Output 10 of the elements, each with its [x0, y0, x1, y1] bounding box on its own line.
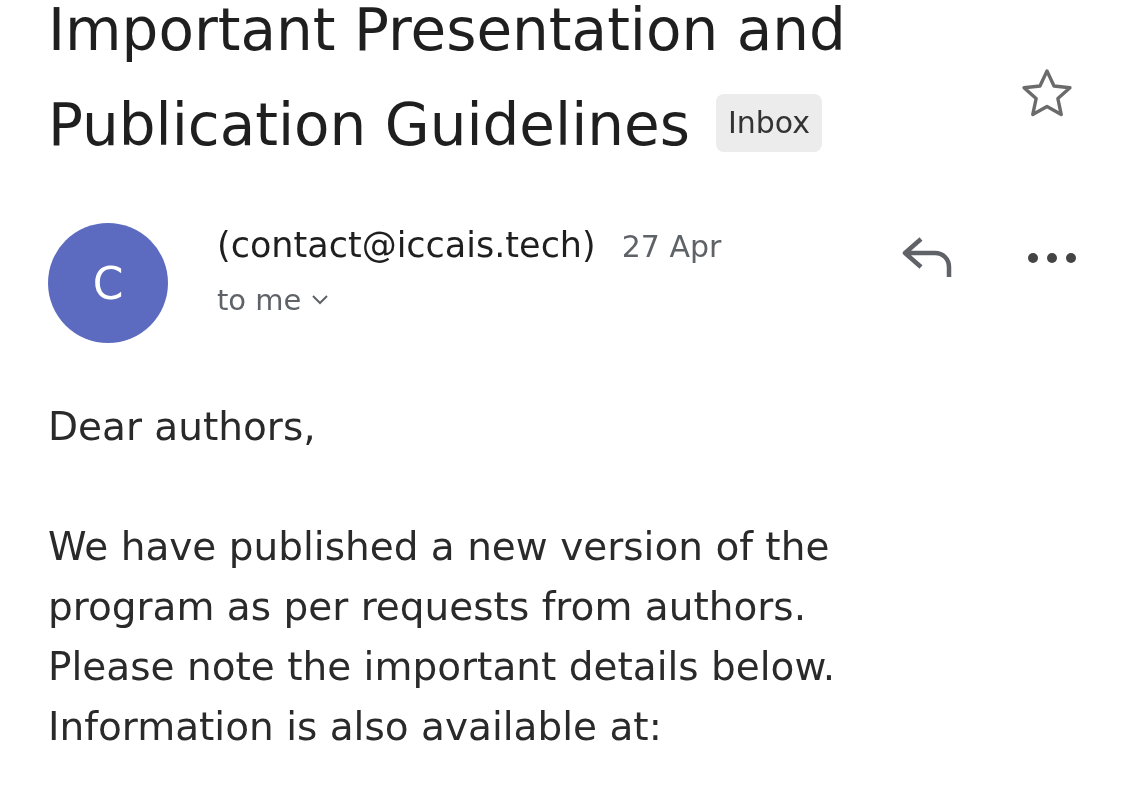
more-options-button[interactable]	[1027, 252, 1077, 264]
chevron-down-icon	[311, 294, 330, 306]
subject-title: Important Presentation and Publication Guidelines Inbox	[48, 0, 846, 161]
greeting-text: Dear authors,	[48, 403, 317, 451]
message-date: 27 Apr	[621, 229, 722, 264]
recipient-toggle[interactable]: to me	[217, 283, 330, 317]
message-paragraph: We have published a new version of the program as per requests from authors. Please note the important details below. Information is also available at:	[48, 523, 837, 751]
inbox-label[interactable]: Inbox	[715, 93, 823, 152]
sender-address: (contact@iccais.tech)	[217, 225, 596, 265]
sender-avatar: C	[48, 223, 168, 343]
